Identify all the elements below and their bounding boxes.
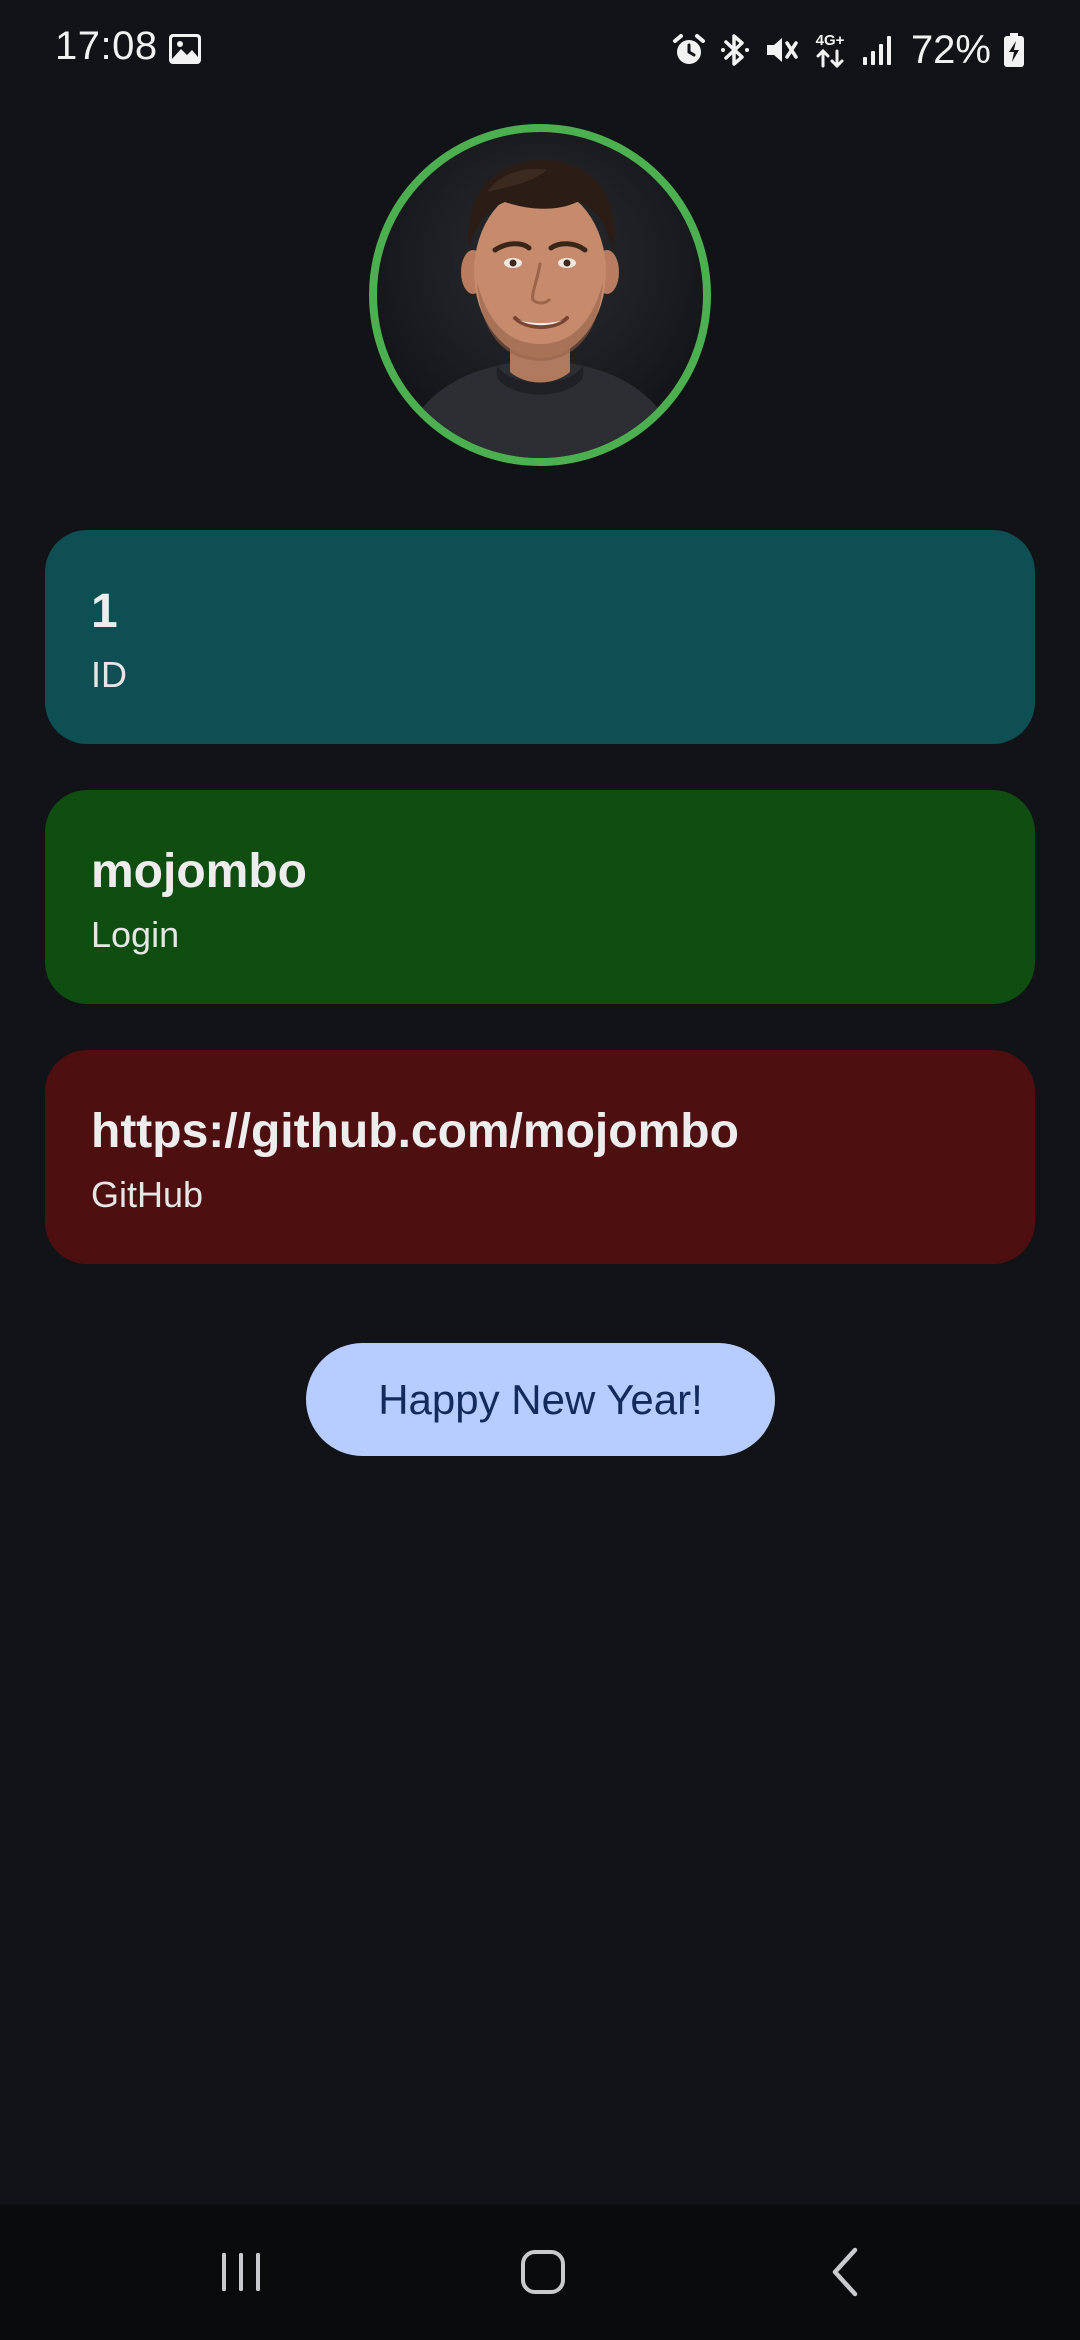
github-url-value: https://github.com/mojombo: [91, 1105, 739, 1158]
bluetooth-icon: [720, 34, 749, 66]
login-value: mojombo: [91, 845, 307, 898]
login-card: mojombo Login: [45, 790, 1035, 1004]
back-icon: [832, 2247, 858, 2297]
alarm-icon: [672, 34, 705, 64]
mute-icon: [766, 38, 798, 62]
network-type-text: 4G+: [816, 32, 845, 49]
status-time: 17:08: [55, 24, 158, 68]
login-label: Login: [91, 914, 180, 955]
app-screen: 17:08 4G+ 72% 1 ID mojombo Login https:/…: [0, 0, 1080, 2340]
battery-percent: 72%: [910, 27, 991, 72]
signal-icon: [862, 36, 891, 65]
back-button[interactable]: [800, 2237, 890, 2307]
recents-button[interactable]: [196, 2237, 286, 2307]
status-bar: 17:08 4G+ 72%: [0, 0, 1080, 100]
avatar: [369, 124, 711, 466]
home-icon: [521, 2250, 565, 2294]
github-label: GitHub: [91, 1174, 204, 1215]
avatar-photo: [397, 160, 683, 458]
id-card: 1 ID: [45, 530, 1035, 744]
id-value: 1: [91, 585, 118, 638]
happy-new-year-button[interactable]: Happy New Year!: [306, 1343, 775, 1456]
home-button[interactable]: [498, 2237, 588, 2307]
battery-charging-icon: [1004, 33, 1024, 67]
recents-icon: [222, 2253, 260, 2291]
navigation-bar: [0, 2205, 1080, 2340]
network-4g-icon: 4G+: [816, 32, 845, 69]
status-icons: 4G+ 72%: [671, 26, 1025, 74]
gallery-icon: [169, 34, 201, 64]
id-label: ID: [91, 654, 127, 695]
github-card: https://github.com/mojombo GitHub: [45, 1050, 1035, 1264]
